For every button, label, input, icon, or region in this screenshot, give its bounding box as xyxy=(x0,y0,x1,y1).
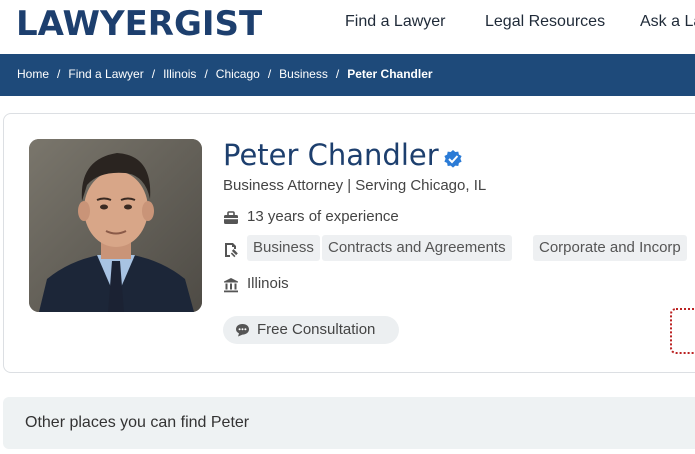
breadcrumb-current: Peter Chandler xyxy=(347,67,433,81)
practice-area-chip[interactable]: Business xyxy=(247,235,320,261)
state-text: Illinois xyxy=(247,275,289,292)
profile-photo xyxy=(29,139,202,312)
site-logo[interactable]: LAWYERGIST xyxy=(16,4,262,44)
attorney-subtitle: Business Attorney | Serving Chicago, IL xyxy=(223,177,487,194)
other-places-heading: Other places you can find Peter xyxy=(25,414,250,431)
breadcrumb-separator: / xyxy=(204,67,208,81)
courthouse-icon xyxy=(224,278,238,293)
breadcrumb-separator: / xyxy=(151,67,156,81)
breadcrumb-illinois[interactable]: Illinois xyxy=(163,67,196,81)
contact-button[interactable] xyxy=(670,308,695,354)
breadcrumb: Home / Find a Lawyer / Illinois / Chicago / Busi… xyxy=(17,67,433,81)
document-gavel-icon xyxy=(225,243,238,258)
breadcrumb-chicago[interactable]: Chicago xyxy=(216,67,260,81)
breadcrumb-business[interactable]: Business xyxy=(279,67,328,81)
nav-find-a-lawyer[interactable]: Find a Lawyer xyxy=(345,13,446,31)
chat-bubble-icon xyxy=(236,324,249,337)
free-consultation-badge[interactable]: Free Consultation xyxy=(223,316,399,344)
profile-card: Peter Chandler Business Attorney | Servi… xyxy=(3,113,695,373)
breadcrumb-find-a-lawyer[interactable]: Find a Lawyer xyxy=(68,67,143,81)
nav-ask-a-lawyer[interactable]: Ask a La xyxy=(640,13,695,31)
briefcase-icon xyxy=(224,211,238,224)
other-places-section[interactable]: Other places you can find Peter xyxy=(3,397,695,449)
attorney-portrait xyxy=(29,139,202,312)
practice-area-chip[interactable]: Contracts and Agreements xyxy=(322,235,512,261)
verified-badge-icon xyxy=(444,150,462,168)
practice-area-chip[interactable]: Corporate and Incorp xyxy=(533,235,687,261)
nav-legal-resources[interactable]: Legal Resources xyxy=(485,13,605,31)
free-consultation-label: Free Consultation xyxy=(257,321,376,338)
experience-text: 13 years of experience xyxy=(247,208,399,225)
breadcrumb-separator: / xyxy=(335,67,340,81)
breadcrumb-bar: Home / Find a Lawyer / Illinois / Chicago / Busi… xyxy=(0,54,695,96)
breadcrumb-separator: / xyxy=(57,67,61,81)
breadcrumb-separator: / xyxy=(267,67,272,81)
attorney-name: Peter Chandler xyxy=(223,138,439,172)
site-header: LAWYERGIST Find a Lawyer Legal Resources… xyxy=(0,0,695,54)
breadcrumb-home[interactable]: Home xyxy=(17,67,49,81)
